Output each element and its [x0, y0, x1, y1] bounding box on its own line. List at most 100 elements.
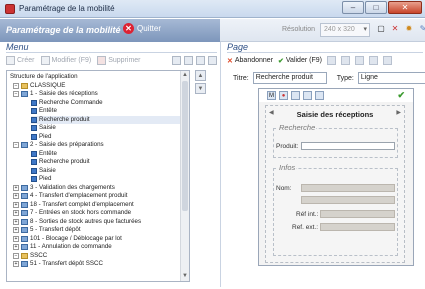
folder-icon — [21, 252, 28, 259]
expand-icon[interactable]: + — [13, 193, 19, 200]
image-icon[interactable] — [291, 91, 300, 100]
collapse-icon[interactable]: − — [13, 91, 19, 98]
resolution-value: 240 x 320 — [324, 26, 355, 33]
window-controls: – □ ✕ — [342, 1, 422, 14]
page-title: Page — [227, 42, 249, 52]
tree-leaf[interactable]: Entête — [31, 150, 57, 159]
close-button[interactable]: ✕ — [388, 1, 422, 14]
export-icon[interactable] — [196, 56, 205, 65]
abandon-label: Abandonner — [234, 57, 274, 64]
cancel-icon: ✕ — [227, 57, 233, 65]
settings-icon[interactable]: ✹ — [404, 24, 414, 34]
tree-scrollbar[interactable]: ▲ ▼ — [180, 71, 189, 281]
tree-node[interactable]: +18 - Transfert complet d'emplacement — [13, 201, 134, 210]
tree-node[interactable]: +5 - Transfert dépôt — [13, 226, 81, 235]
close-x-icon[interactable]: ✕ — [390, 24, 400, 34]
modify-icon — [40, 56, 50, 65]
cut-icon[interactable] — [326, 56, 336, 65]
expand-icon[interactable]: + — [13, 210, 19, 217]
resolution-label: Résolution — [282, 26, 316, 33]
tree-node[interactable]: +4 - Transfert d'emplacement produit — [13, 192, 127, 201]
copy-icon[interactable] — [340, 56, 350, 65]
redo-icon[interactable] — [382, 56, 392, 65]
group-title: Infos — [278, 163, 297, 172]
tree-node[interactable]: − SSCC — [13, 252, 47, 261]
module-icon — [21, 261, 28, 268]
ref-ext-field — [320, 223, 395, 231]
collapse-icon[interactable]: − — [13, 142, 19, 149]
copy-icon[interactable] — [172, 56, 181, 65]
tree-node[interactable]: − CLASSIQUE — [13, 82, 65, 91]
scroll-thumb[interactable] — [182, 81, 188, 211]
screen-title: Saisie des réceptions — [296, 110, 374, 119]
delete-button[interactable]: Supprimer — [97, 56, 141, 65]
tree-node[interactable]: +7 - Entrées en stock hors commande — [13, 209, 131, 218]
tree-leaf-selected[interactable]: Recherche produit — [31, 115, 189, 124]
tree-node[interactable]: +51 - Transfert dépôt SSCC — [13, 260, 103, 269]
move-up-button[interactable]: ▲ — [195, 70, 206, 81]
validate-button[interactable]: ✔ Valider (F9) — [278, 57, 322, 65]
group-title: Recherche — [278, 123, 317, 132]
produit-field[interactable] — [301, 142, 395, 150]
tree-leaf[interactable]: Saisie — [31, 167, 56, 176]
maximize-button[interactable]: □ — [365, 1, 387, 14]
resolution-select[interactable]: 240 x 320 — [320, 23, 370, 37]
doc-icon[interactable]: ▢ — [376, 24, 386, 34]
tree-leaf[interactable]: Recherche produit — [31, 158, 90, 167]
expand-icon[interactable]: + — [13, 227, 19, 234]
tree-leaf[interactable]: Entête — [31, 107, 57, 116]
tree-leaf[interactable]: Saisie — [31, 124, 56, 133]
title-label: Titre: — [233, 74, 249, 82]
image-alt-icon[interactable] — [303, 91, 312, 100]
preview-valid-icon: ✔ — [397, 90, 405, 100]
title-input[interactable]: Recherche produit — [252, 72, 327, 84]
nom-field — [301, 184, 395, 192]
type-select[interactable]: Ligne — [357, 72, 425, 84]
edit-icon[interactable]: ✎ — [418, 24, 425, 34]
nom-field-2 — [301, 196, 395, 204]
menu-tree[interactable]: Structure de l'application − CLASSIQUE −1… — [6, 70, 190, 282]
collapse-icon[interactable]: − — [13, 252, 19, 259]
record-icon[interactable]: ● — [279, 91, 288, 100]
page-icon — [31, 167, 37, 174]
minimize-button[interactable]: – — [342, 1, 364, 14]
tree-node[interactable]: −2 - Saisie des préparations — [13, 141, 104, 150]
paste-icon[interactable] — [184, 56, 193, 65]
tree-leaf[interactable]: Recherche Commande — [31, 99, 103, 108]
expand-icon[interactable]: + — [13, 184, 19, 191]
expand-icon[interactable]: + — [13, 201, 19, 208]
tree-node[interactable]: +8 - Sorties de stock autres que facturé… — [13, 218, 141, 227]
collapse-icon[interactable]: − — [13, 82, 19, 89]
expand-icon[interactable]: + — [13, 218, 19, 225]
tree-root[interactable]: Structure de l'application — [10, 73, 78, 82]
grid-icon[interactable] — [315, 91, 324, 100]
expand-icon[interactable]: + — [13, 261, 19, 268]
panel-separator — [220, 42, 221, 287]
tree-node[interactable]: +11 - Annulation de commande — [13, 243, 112, 252]
scroll-up-arrow[interactable]: ▲ — [182, 72, 188, 79]
menu-divider — [6, 52, 217, 53]
page-icon — [31, 116, 37, 123]
paste-icon[interactable] — [354, 56, 364, 65]
tree-leaf[interactable]: Pied — [31, 133, 51, 142]
create-button[interactable]: Créer — [6, 56, 35, 65]
tree-node[interactable]: +101 - Blocage / Déblocage par lot — [13, 235, 122, 244]
group-recherche: Recherche Produit: — [273, 123, 398, 158]
move-down-button[interactable]: ▼ — [195, 83, 206, 94]
tree-node[interactable]: +3 - Validation des chargements — [13, 184, 115, 193]
page-icon — [31, 125, 37, 132]
expand-icon[interactable]: + — [13, 235, 19, 242]
tree-leaf[interactable]: Pied — [31, 175, 51, 184]
abandon-button[interactable]: ✕ Abandonner — [227, 57, 273, 65]
ref-int-field — [320, 210, 395, 218]
scroll-down-arrow[interactable]: ▼ — [182, 273, 188, 280]
tree-node[interactable]: −1 - Saisie des réceptions — [13, 90, 98, 99]
undo-icon[interactable] — [368, 56, 378, 65]
import-icon[interactable] — [208, 56, 217, 65]
mobile-icon[interactable]: M — [267, 91, 276, 100]
expand-icon[interactable]: + — [13, 244, 19, 251]
modify-label: Modifier (F9) — [51, 57, 92, 64]
quit-button[interactable]: ✕ Quitter — [123, 23, 161, 34]
page-divider — [227, 52, 423, 53]
modify-button[interactable]: Modifier (F9) — [40, 56, 92, 65]
